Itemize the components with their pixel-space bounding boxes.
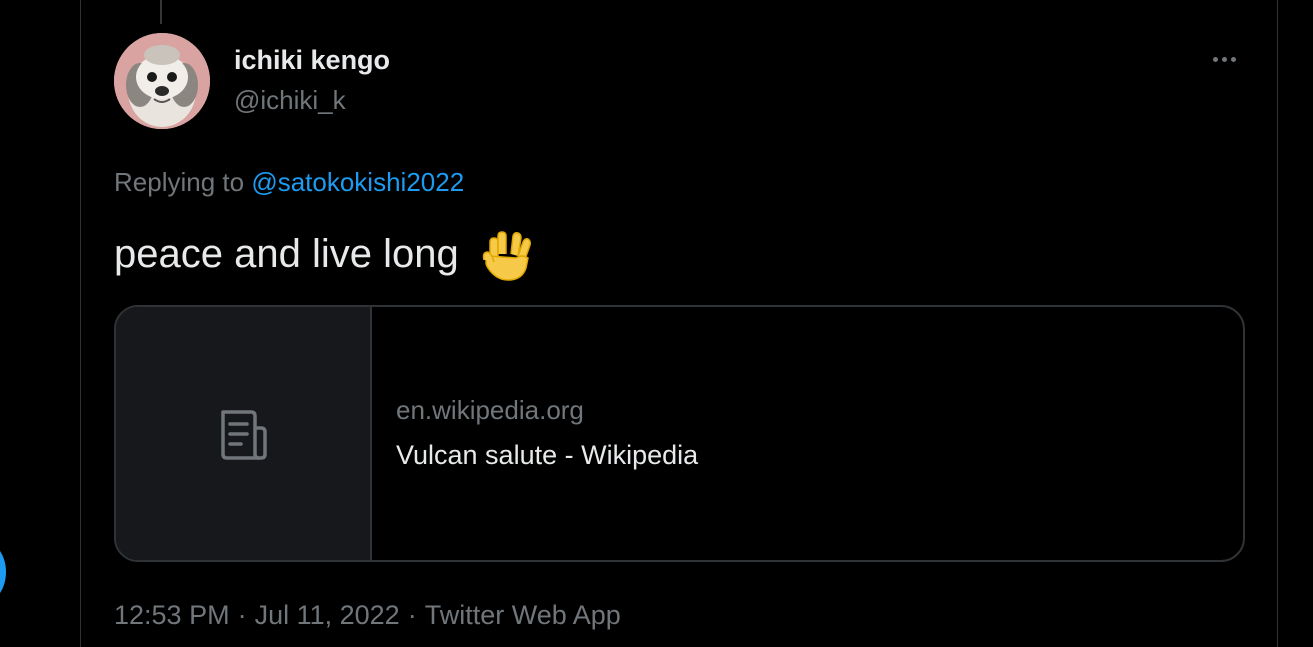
replying-to-line: Replying to @satokokishi2022 [114,166,464,198]
meta-separator: · [237,600,247,630]
document-icon [221,409,267,460]
more-dot [1212,56,1218,62]
replying-to-link[interactable]: @satokokishi2022 [251,167,464,197]
avatar[interactable] [114,33,210,129]
more-dot [1230,56,1236,62]
more-options-button[interactable] [1204,44,1244,74]
tweet-source[interactable]: Twitter Web App [425,600,621,630]
author-name[interactable]: ichiki kengo [234,44,390,76]
link-preview-card[interactable]: en.wikipedia.org Vulcan salute - Wikiped… [114,305,1245,562]
meta-separator: · [407,600,417,630]
more-dot [1221,56,1227,62]
floating-action-button[interactable] [0,540,6,604]
avatar-image [114,33,210,129]
tweet-time[interactable]: 12:53 PM [114,600,230,630]
link-preview-body: en.wikipedia.org Vulcan salute - Wikiped… [372,307,1243,560]
link-preview-domain: en.wikipedia.org [396,394,584,425]
tweet-metadata: 12:53 PM · Jul 11, 2022 · Twitter Web App [114,598,621,632]
replying-prefix: Replying to [114,167,245,197]
author-handle[interactable]: @ichiki_k [234,84,346,116]
vulcan-salute-emoji-icon [482,231,531,282]
tweet-text: peace and live long [114,228,536,284]
thread-connector-line [160,0,162,24]
tweet-text-content: peace and live long [114,232,459,276]
tweet-page: ichiki kengo @ichiki_k Replying to @sato… [0,0,1313,647]
tweet-date[interactable]: Jul 11, 2022 [255,600,400,630]
link-preview-title: Vulcan salute - Wikipedia [396,439,699,470]
link-preview-thumbnail [116,307,372,560]
